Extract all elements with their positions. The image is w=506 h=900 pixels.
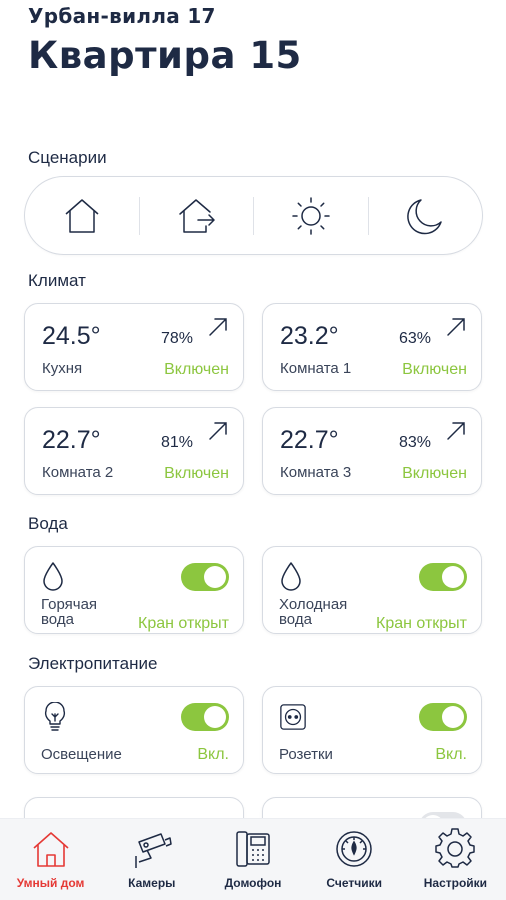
status-text: Включен <box>402 361 467 378</box>
arrow-up-right-icon[interactable] <box>207 316 229 338</box>
lightbulb-icon <box>44 702 66 731</box>
apartment-title: Квартира 15 <box>28 34 302 77</box>
water-name-line2: вода <box>279 611 312 628</box>
temperature-value: 22.7° <box>280 426 339 454</box>
status-text: Кран открыт <box>138 615 229 632</box>
scenario-leave-button[interactable] <box>140 177 254 254</box>
humidity-value: 83% <box>398 434 431 451</box>
status-text: Включен <box>402 465 467 482</box>
humidity-value: 78% <box>160 330 193 347</box>
status-text: Включен <box>164 465 229 482</box>
power-card-sockets: Розетки Вкл. <box>262 686 482 774</box>
section-label-water: Вода <box>28 514 68 533</box>
tab-label: Умный дом <box>16 876 85 890</box>
tab-label: Счетчики <box>326 876 382 890</box>
power-card-lighting: Освещение Вкл. <box>24 686 244 774</box>
scenario-night-button[interactable] <box>369 177 483 254</box>
leave-home-icon <box>179 198 215 233</box>
room-name: Комната 2 <box>42 464 114 481</box>
cold-water-toggle[interactable] <box>419 563 467 591</box>
power-name: Розетки <box>279 746 333 763</box>
climate-card-room2[interactable]: 22.7° Комната 2 81% Включен <box>24 407 244 495</box>
toggle-knob <box>204 706 226 728</box>
water-card-cold: Холодная вода Кран открыт <box>262 546 482 634</box>
bottom-tab-bar: Умный дом Камеры Домофон Счетчики Настро… <box>0 818 506 900</box>
section-label-climate: Климат <box>28 271 86 290</box>
section-label-scenarios: Сценарии <box>28 148 107 167</box>
temperature-value: 23.2° <box>280 322 339 350</box>
status-text: Вкл. <box>197 746 229 763</box>
status-text: Вкл. <box>435 746 467 763</box>
settings-icon <box>435 828 476 868</box>
camera-icon <box>135 833 172 868</box>
sockets-toggle[interactable] <box>419 703 467 731</box>
room-name: Комната 1 <box>280 360 352 377</box>
sun-icon <box>292 196 330 235</box>
arrow-up-right-icon[interactable] <box>445 420 467 442</box>
scenario-home-button[interactable] <box>25 177 139 254</box>
tab-label: Настройки <box>423 876 488 890</box>
tab-meters[interactable]: Счетчики <box>304 819 405 900</box>
scenario-day-button[interactable] <box>254 177 368 254</box>
room-name: Кухня <box>42 360 83 377</box>
socket-icon <box>280 704 306 730</box>
water-drop-icon <box>281 562 301 591</box>
section-label-power: Электропитание <box>28 654 158 673</box>
home-icon <box>65 198 99 233</box>
water-name: Горячая вода <box>41 597 141 627</box>
meter-icon <box>336 831 372 867</box>
intercom-icon <box>236 831 270 867</box>
water-name-line2: вода <box>41 611 74 628</box>
power-name: Освещение <box>41 746 122 763</box>
water-drop-icon <box>43 562 63 591</box>
water-name: Холодная вода <box>279 597 379 627</box>
climate-card-room1[interactable]: 23.2° Комната 1 63% Включен <box>262 303 482 391</box>
tab-cameras[interactable]: Камеры <box>101 819 202 900</box>
humidity-value: 63% <box>398 330 431 347</box>
water-card-hot: Горячая вода Кран открыт <box>24 546 244 634</box>
toggle-knob <box>204 566 226 588</box>
moon-icon <box>407 198 442 234</box>
temperature-value: 22.7° <box>42 426 101 454</box>
arrow-up-right-icon[interactable] <box>445 316 467 338</box>
arrow-up-right-icon[interactable] <box>207 420 229 442</box>
temperature-value: 24.5° <box>42 322 101 350</box>
lighting-toggle[interactable] <box>181 703 229 731</box>
tab-label: Камеры <box>128 876 176 890</box>
status-text: Кран открыт <box>376 615 467 632</box>
tab-intercom[interactable]: Домофон <box>202 819 303 900</box>
tab-smart-home[interactable]: Умный дом <box>0 819 101 900</box>
humidity-value: 81% <box>160 434 193 451</box>
header: Урбан-вилла 17 Квартира 15 <box>28 4 302 77</box>
tab-settings[interactable]: Настройки <box>405 819 506 900</box>
status-text: Включен <box>164 361 229 378</box>
smart-home-icon <box>33 832 69 867</box>
water-name-line1: Горячая <box>41 596 98 613</box>
toggle-knob <box>442 706 464 728</box>
scenarios-bar <box>24 176 483 255</box>
tab-label: Домофон <box>224 876 282 890</box>
climate-card-room3[interactable]: 22.7° Комната 3 83% Включен <box>262 407 482 495</box>
room-name: Комната 3 <box>280 464 352 481</box>
climate-card-kitchen[interactable]: 24.5° Кухня 78% Включен <box>24 303 244 391</box>
toggle-knob <box>442 566 464 588</box>
water-name-line1: Холодная <box>279 596 348 613</box>
hot-water-toggle[interactable] <box>181 563 229 591</box>
building-name: Урбан-вилла 17 <box>28 4 216 28</box>
